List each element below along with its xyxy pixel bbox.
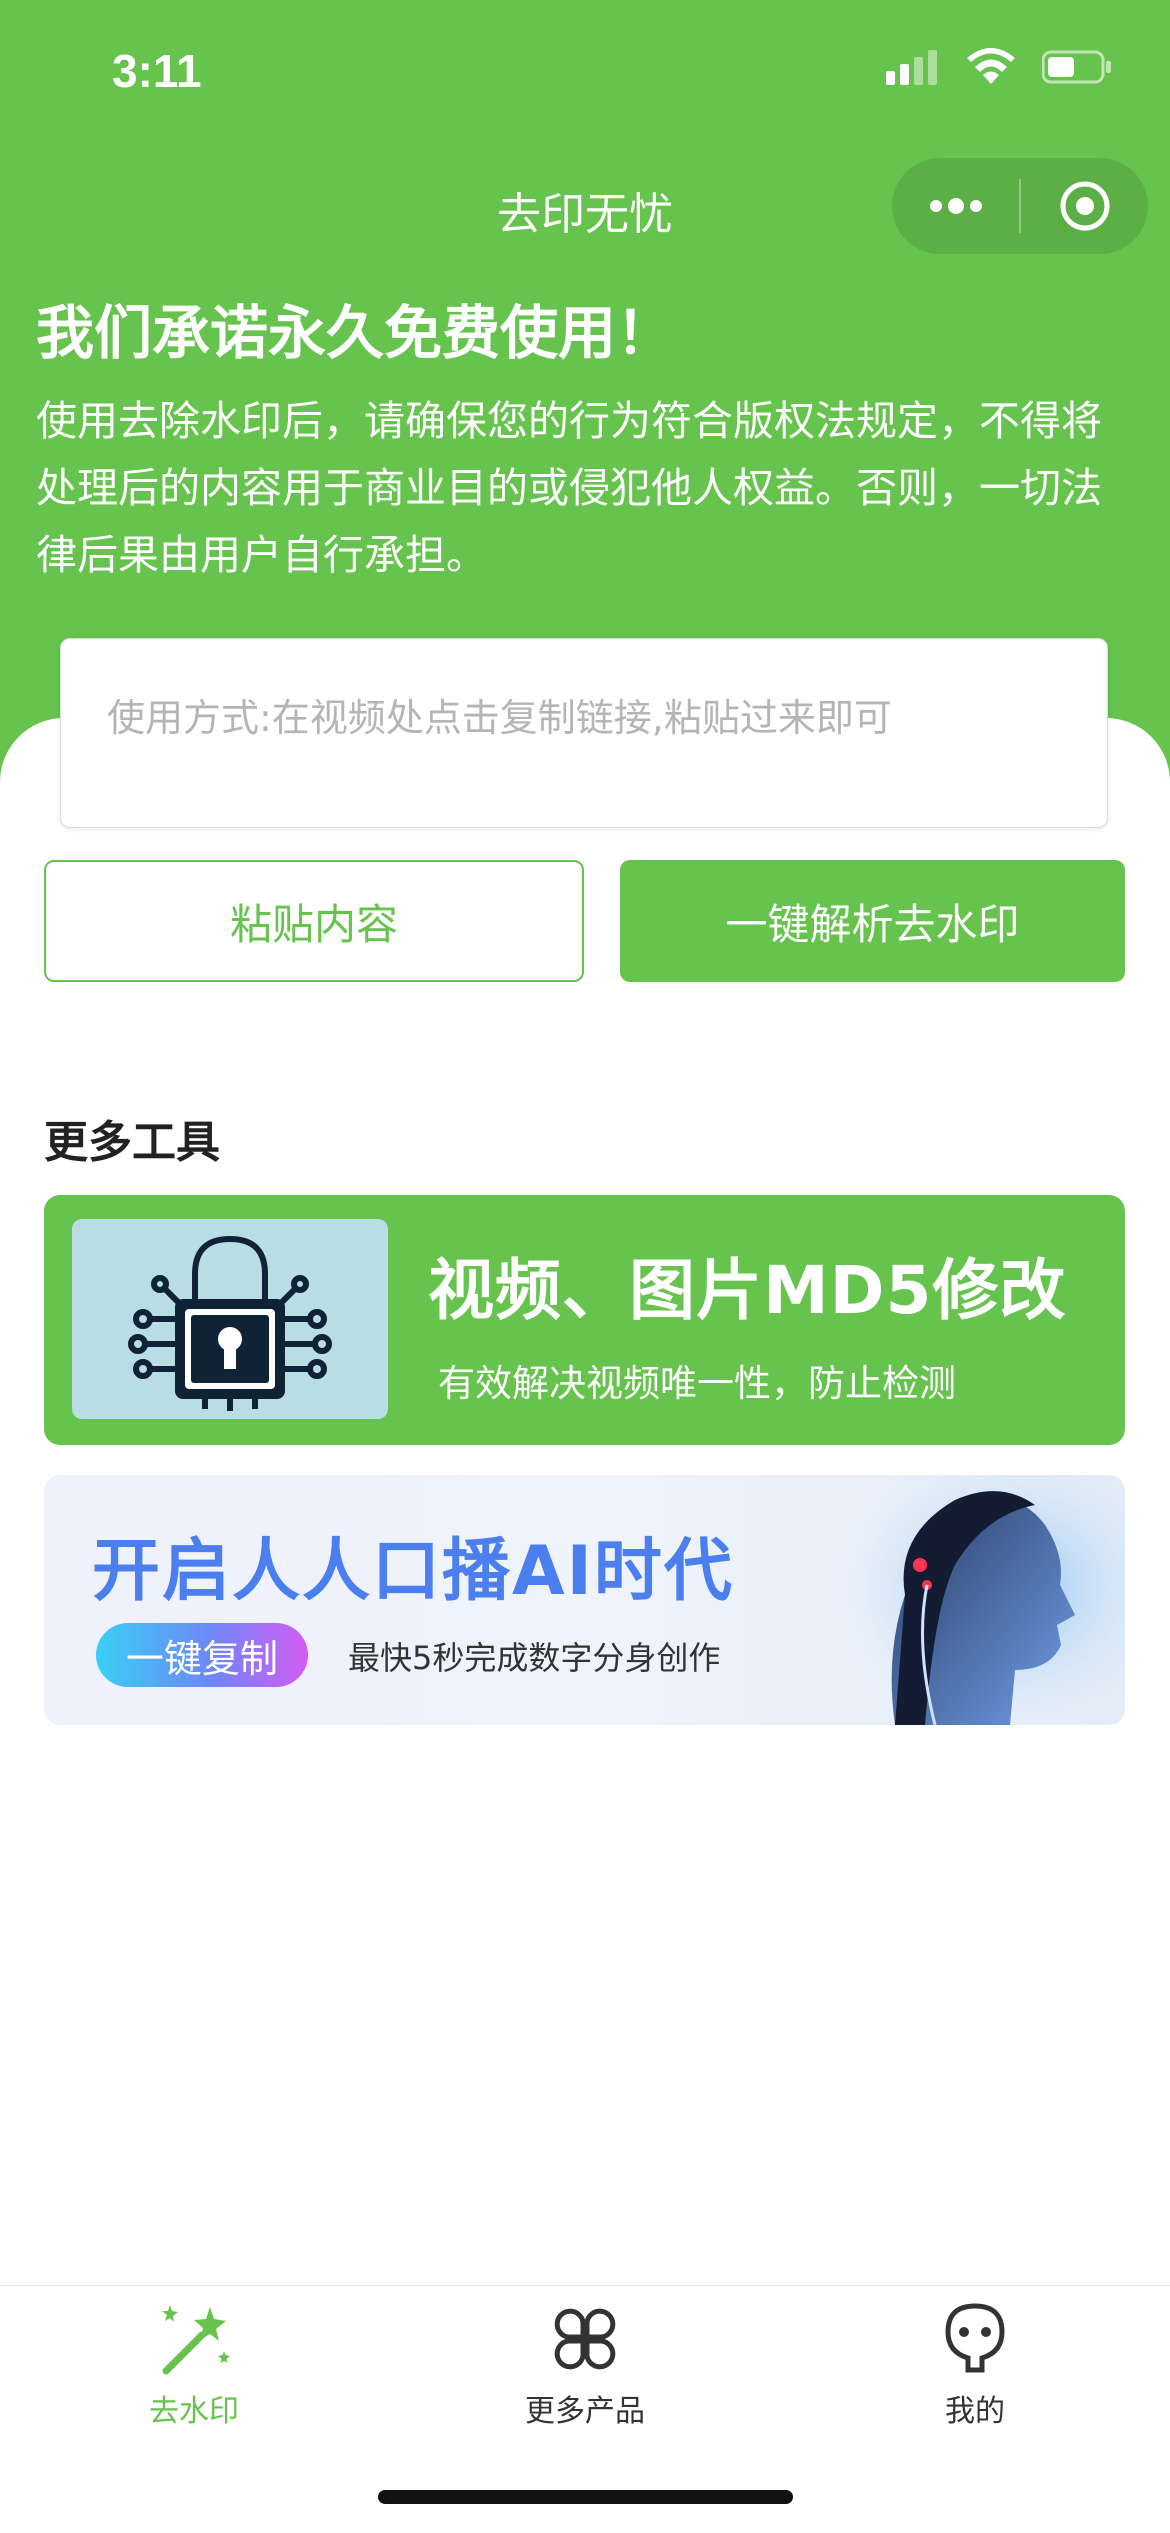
wifi-icon [967,48,1015,84]
ai-card-subtitle: 最快5秒完成数字分身创作 [348,1639,721,1677]
home-indicator[interactable] [378,2490,793,2504]
ai-card-title: 开启人人口播AI时代 [92,1532,734,1611]
link-input[interactable] [60,638,1108,828]
tab-mine-label: 我的 [945,2394,1005,2429]
tab-more-products-label: 更多产品 [525,2394,645,2429]
legal-notice: 使用去除水印后，请确保您的行为符合版权法规定，不得将处理后的内容用于商业目的或侵… [36,397,1102,579]
one-click-copy-pill: 一键复制 [96,1623,308,1687]
tab-mine[interactable]: 我的 [855,2298,1095,2438]
more-dots-icon [929,198,982,214]
more-menu-button[interactable] [892,158,1019,254]
cellular-signal-icon [886,50,937,85]
ai-woman-profile-image [825,1475,1125,1725]
padlock-circuit-icon [128,1235,332,1411]
tab-more-products[interactable]: 更多产品 [465,2298,705,2438]
magic-wand-icon [162,2305,230,2375]
miniprogram-capsule [892,158,1148,254]
md5-card-title: 视频、图片MD5修改 [428,1252,1067,1329]
grid-clover-icon [554,2308,616,2370]
status-bar: 3:11 [0,0,1170,150]
free-promise-heading: 我们承诺永久免费使用！ [36,299,675,367]
md5-modify-card[interactable]: 视频、图片MD5修改 有效解决视频唯一性，防止检测 [44,1195,1125,1445]
parse-remove-watermark-button[interactable]: 一键解析去水印 [620,860,1125,982]
paste-button[interactable]: 粘贴内容 [44,860,584,982]
md5-card-subtitle: 有效解决视频唯一性，防止检测 [438,1362,956,1405]
close-miniprogram-button[interactable] [1021,158,1148,254]
profile-face-icon [945,2303,1005,2373]
ai-avatar-card[interactable]: 开启人人口播AI时代 一键复制 最快5秒完成数字分身创作 [44,1475,1125,1725]
status-icons [886,48,1112,86]
status-time: 3:11 [112,45,202,97]
more-tools-heading: 更多工具 [44,1117,220,1168]
battery-icon [1042,50,1111,84]
md5-thumbnail [72,1219,388,1419]
target-circle-icon [1060,181,1109,231]
tab-remove-watermark[interactable]: 去水印 [74,2298,314,2438]
tab-remove-watermark-label: 去水印 [149,2394,239,2429]
